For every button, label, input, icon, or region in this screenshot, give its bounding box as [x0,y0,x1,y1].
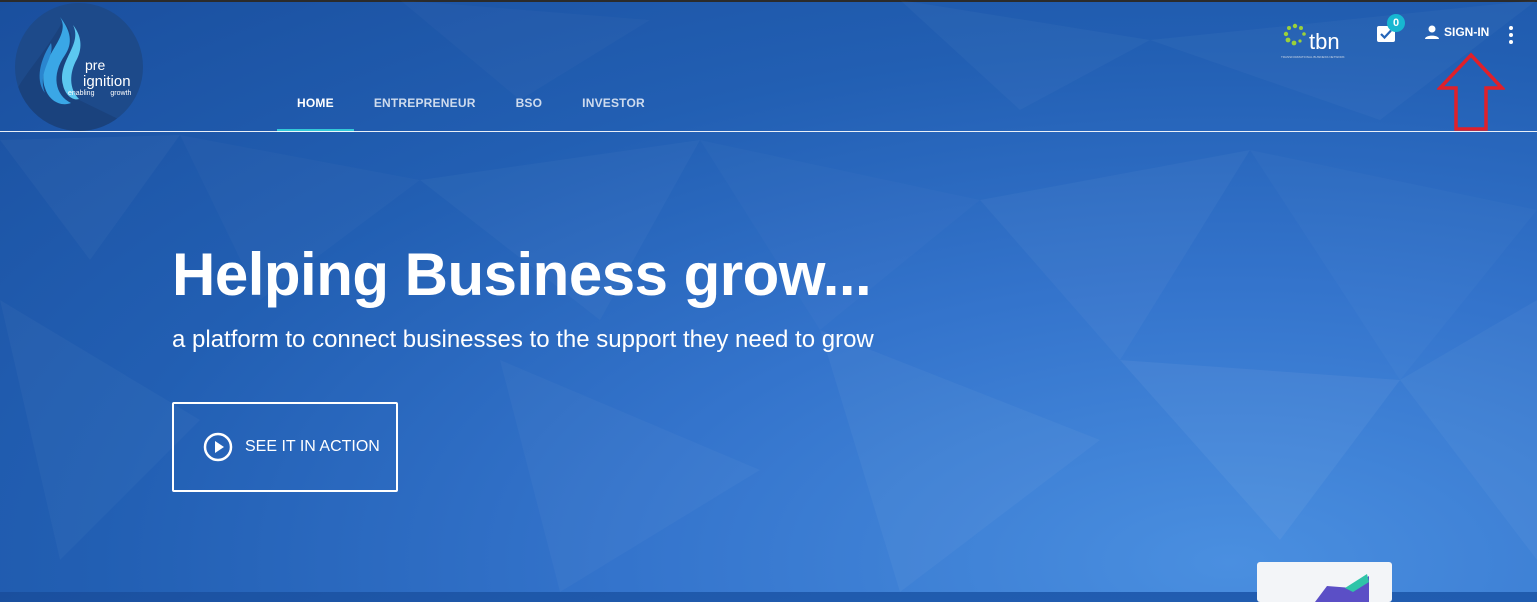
preview-card [1257,562,1392,602]
sign-in-label: SIGN-IN [1444,25,1490,39]
brand-logo[interactable]: pre ignition enabling growth [15,3,143,131]
chart-graphic-icon [1315,574,1369,602]
see-it-in-action-button[interactable]: SEE IT IN ACTION [172,402,398,492]
tbn-partner-logo[interactable]: tbn TRANSFORMATIONAL BUSINESS NETWORK [1281,21,1347,61]
nav-home[interactable]: HOME [277,88,354,132]
nav-entrepreneur[interactable]: ENTREPRENEUR [354,88,496,132]
header-divider [0,131,1537,132]
tbn-dots-icon [1283,23,1306,46]
sign-in-button[interactable]: SIGN-IN [1424,24,1489,40]
notification-badge: 0 [1387,14,1405,32]
nav-bso[interactable]: BSO [496,88,563,132]
logo-tagline: enabling growth [68,90,132,97]
flame-logo-icon [15,17,143,131]
play-circle-icon [203,432,233,462]
hero-subtitle: a platform to connect businesses to the … [172,326,874,353]
main-nav: HOME ENTREPRENEUR BSO INVESTOR [277,88,665,132]
logo-text-pre: pre [85,57,106,73]
hero-title: Helping Business grow... [172,241,872,308]
annotation-arrow-icon [1437,52,1505,131]
logo-text-ignition: ignition [83,73,131,90]
more-vert-icon[interactable] [1503,25,1519,45]
person-icon [1425,25,1439,39]
nav-investor[interactable]: INVESTOR [562,88,665,132]
tbn-wordmark: tbn [1309,29,1340,54]
cta-label: SEE IT IN ACTION [245,438,380,455]
tbn-subtitle: TRANSFORMATIONAL BUSINESS NETWORK [1281,55,1345,59]
